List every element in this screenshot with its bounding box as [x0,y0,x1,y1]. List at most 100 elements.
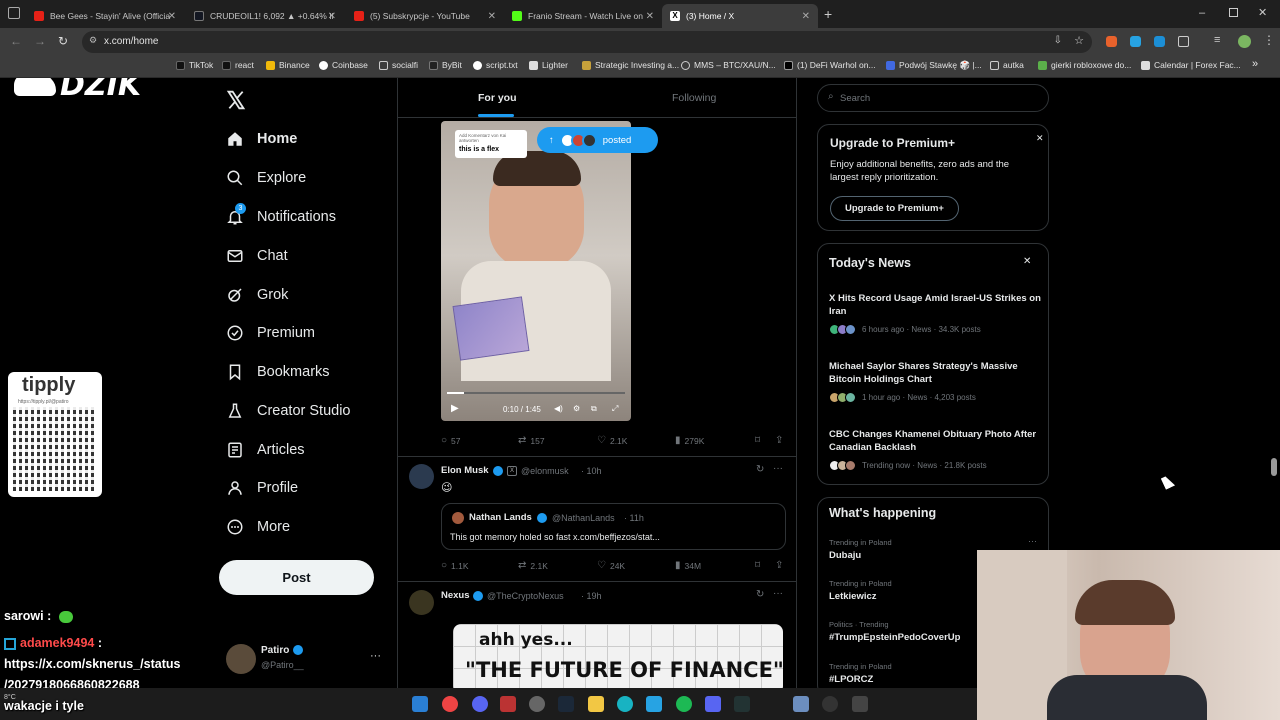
bookmark-item[interactable]: Lighter [529,60,568,70]
share-button[interactable]: ⇪ [775,435,787,446]
nav-item-profile[interactable]: Profile [226,479,298,497]
browser-tab[interactable]: CRUDEOIL1! 6,092 ▲ +0.64% Il ✕ [186,4,344,28]
notepad-icon[interactable] [793,696,809,712]
repost-button[interactable]: ⇄ 157 [518,435,545,446]
news-item-title[interactable]: X Hits Record Usage Amid Israel-US Strik… [829,292,1041,318]
bookmark-item[interactable]: Strategic Investing a... [582,60,679,70]
grok-icon[interactable]: ↻ [756,464,764,475]
trend-name[interactable]: #TrumpEpsteinPedoCoverUp [829,632,960,643]
upgrade-premium-button[interactable]: Upgrade to Premium+ [830,196,959,221]
windows-start-icon[interactable] [412,696,428,712]
bookmark-item[interactable]: (1) DeFi Warhol on... [784,60,876,70]
back-icon[interactable]: ← [10,34,22,48]
like-button[interactable]: ♡ 2.1K [597,435,627,446]
quote-tweet[interactable]: Nathan Lands @NathanLands · 11h This got… [441,503,786,550]
bookmark-item[interactable]: gierki robloxowe do... [1038,60,1131,70]
close-icon[interactable]: ✕ [1023,256,1031,267]
volume-icon[interactable]: ◀) [554,404,563,413]
video-player[interactable]: Add Komentarz von Kai antworten this is … [441,121,631,421]
like-button[interactable]: ♡ 24K [597,560,625,571]
discord-icon[interactable] [472,696,488,712]
author-name[interactable]: Nexus [441,590,470,601]
grok-icon[interactable]: ↻ [756,589,764,600]
fullscreen-icon[interactable]: ⤢ [612,404,618,414]
tab-search-icon[interactable] [8,7,20,19]
close-icon[interactable]: ✕ [646,11,654,22]
app-icon[interactable] [734,696,750,712]
bookmark-item[interactable]: MMS – BTC/XAU/N... [681,60,776,70]
install-icon[interactable]: ⇩ [1054,35,1062,46]
post-image[interactable]: ahh yes... "THE FUTURE OF FINANCE" [453,624,783,688]
reload-icon[interactable]: ↻ [58,34,68,48]
trend-name[interactable]: #LPORCZ [829,674,873,685]
news-item-title[interactable]: CBC Changes Khamenei Obituary Photo Afte… [829,428,1041,454]
share-button[interactable]: ⇪ [775,560,787,571]
forward-icon[interactable]: → [34,34,46,48]
nav-item-chat[interactable]: Chat [226,247,288,265]
spotify-icon[interactable] [676,696,692,712]
nav-item-bookmarks[interactable]: Bookmarks [226,363,330,381]
bookmark-item[interactable]: TikTok [176,60,213,70]
post-time[interactable]: · 19h [581,591,602,601]
folder-icon[interactable] [588,696,604,712]
url-bar[interactable]: ⚙ x.com/home ⇩ ☆ [82,31,1092,53]
bookmark-item[interactable]: react [222,60,254,70]
bookmark-item[interactable]: Podwój Stawkę 🎲 |... [886,60,982,71]
bookmark-item[interactable]: Binance [266,60,310,70]
author-handle[interactable]: @elonmusk [521,466,569,476]
chrome-icon[interactable] [442,696,458,712]
tab-following[interactable]: Following [672,92,716,104]
nav-item-more[interactable]: More [226,518,290,536]
browser-tab-active[interactable]: X (3) Home / X ✕ [662,4,818,28]
bookmark-item[interactable]: script.txt [473,60,518,70]
nav-item-grok[interactable]: Grok [226,286,288,304]
browser-tab[interactable]: Franio Stream - Watch Live on ✕ [504,4,662,28]
app-icon[interactable] [822,696,838,712]
close-icon[interactable]: ✕ [802,11,810,22]
app-icon[interactable] [705,696,721,712]
bookmark-button[interactable]: ⌑ [755,560,764,571]
bookmark-button[interactable]: ⌑ [755,435,764,446]
scrollbar-thumb[interactable] [1271,458,1277,476]
author-handle[interactable]: @TheCryptoNexus [487,591,564,601]
reply-button[interactable]: ○ 57 [441,435,461,446]
nav-item-explore[interactable]: Explore [226,169,306,187]
more-bookmarks-button[interactable]: » [1252,58,1258,70]
account-menu-button[interactable]: ··· [370,650,381,662]
extension-icon[interactable] [1154,36,1165,47]
profile-avatar-icon[interactable] [1238,35,1251,48]
posted-pill[interactable]: ↑ posted [537,127,658,153]
nav-item-notifications[interactable]: 3 Notifications [226,203,336,226]
extension-fox-icon[interactable] [1106,36,1117,47]
new-tab-button[interactable]: + [824,6,832,22]
bookmark-folder[interactable]: autka [990,60,1024,70]
bookmark-item[interactable]: Coinbase [319,60,368,70]
settings-icon[interactable]: ⚙ [573,404,580,413]
browser-menu-icon[interactable]: ⋮ [1263,33,1275,47]
trend-menu-button[interactable]: ··· [1028,536,1037,546]
trend-name[interactable]: Letkiewicz [829,591,877,602]
trend-name[interactable]: Dubaju [829,550,861,561]
browser-tab[interactable]: Bee Gees - Stayin' Alive (Officia ✕ [26,4,184,28]
steam-icon[interactable] [558,696,574,712]
nav-item-home[interactable]: Home [226,130,297,148]
nav-item-creator-studio[interactable]: Creator Studio [226,402,351,420]
avatar[interactable] [409,590,434,615]
nav-item-premium[interactable]: Premium [226,324,315,342]
avatar[interactable] [226,644,256,674]
app-icon[interactable] [852,696,868,712]
site-info-icon[interactable]: ⚙ [89,35,97,46]
search-input[interactable]: ⌕ Search [817,84,1049,112]
post-menu-button[interactable]: ··· [773,588,783,599]
avatar[interactable] [409,464,434,489]
views-button[interactable]: ▮ 279K [675,435,704,446]
bookmark-folder[interactable]: socialfi [379,60,418,70]
post-button[interactable]: Post [219,560,374,595]
extension-icon[interactable] [1130,36,1141,47]
reading-list-icon[interactable]: ≡ [1214,34,1220,46]
post-menu-button[interactable]: ··· [773,463,783,474]
app-icon[interactable] [617,696,633,712]
app-icon[interactable] [500,696,516,712]
obs-icon[interactable] [529,696,545,712]
close-icon[interactable]: ✕ [328,11,336,22]
